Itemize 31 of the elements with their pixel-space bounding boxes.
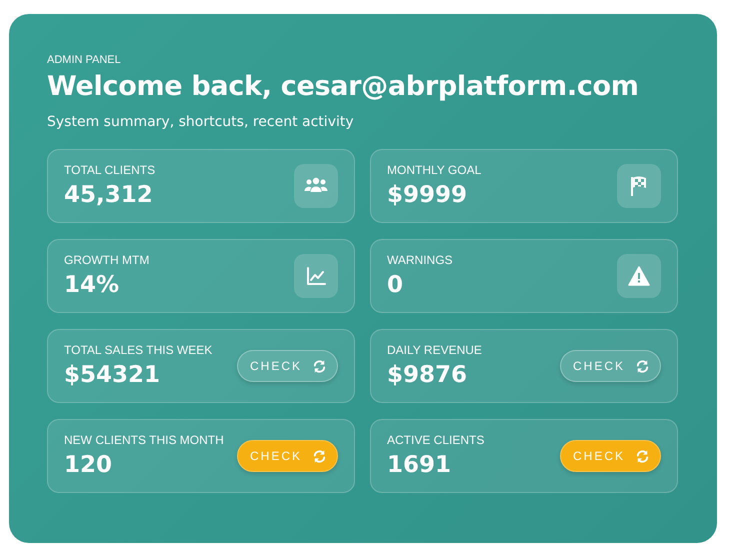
users-icon	[294, 164, 338, 208]
stat-value: 120	[64, 451, 114, 479]
refresh-icon	[635, 448, 650, 464]
refresh-icon	[312, 448, 327, 464]
check-button[interactable]: CHECK	[236, 350, 338, 382]
stat-label: TOTAL SALES THIS WEEK	[64, 343, 212, 357]
flag-icon	[617, 164, 661, 208]
stat-label: NEW CLIENTS THIS MONTH	[64, 433, 224, 447]
stat-label: ACTIVE CLIENTS	[387, 433, 484, 447]
subtitle: System summary, shortcuts, recent activity	[47, 113, 355, 131]
panel-label: ADMIN PANEL	[47, 54, 122, 67]
stat-value: 0	[387, 271, 404, 299]
line-chart-icon	[294, 254, 338, 298]
stat-label: GROWTH MTM	[64, 253, 150, 267]
refresh-icon	[312, 358, 327, 374]
check-button[interactable]: CHECK	[560, 350, 661, 382]
check-button[interactable]: CHECK	[560, 440, 661, 472]
refresh-icon	[635, 358, 650, 374]
check-button[interactable]: CHECK	[236, 440, 338, 472]
stat-label: MONTHLY GOAL	[387, 163, 482, 177]
stat-value: $54321	[64, 361, 162, 389]
stat-label: WARNINGS	[387, 253, 453, 267]
stat-label: DAILY REVENUE	[387, 343, 482, 357]
stat-value: 45,312	[64, 181, 154, 209]
stat-label: TOTAL CLIENTS	[64, 163, 156, 177]
welcome-title: Welcome back, cesar@abrplatform.com	[47, 70, 640, 104]
stat-value: 1691	[387, 451, 452, 479]
stat-value: $9999	[387, 181, 468, 209]
stat-value: $9876	[387, 361, 468, 389]
warning-icon	[617, 254, 661, 298]
stat-value: 14%	[64, 271, 120, 299]
